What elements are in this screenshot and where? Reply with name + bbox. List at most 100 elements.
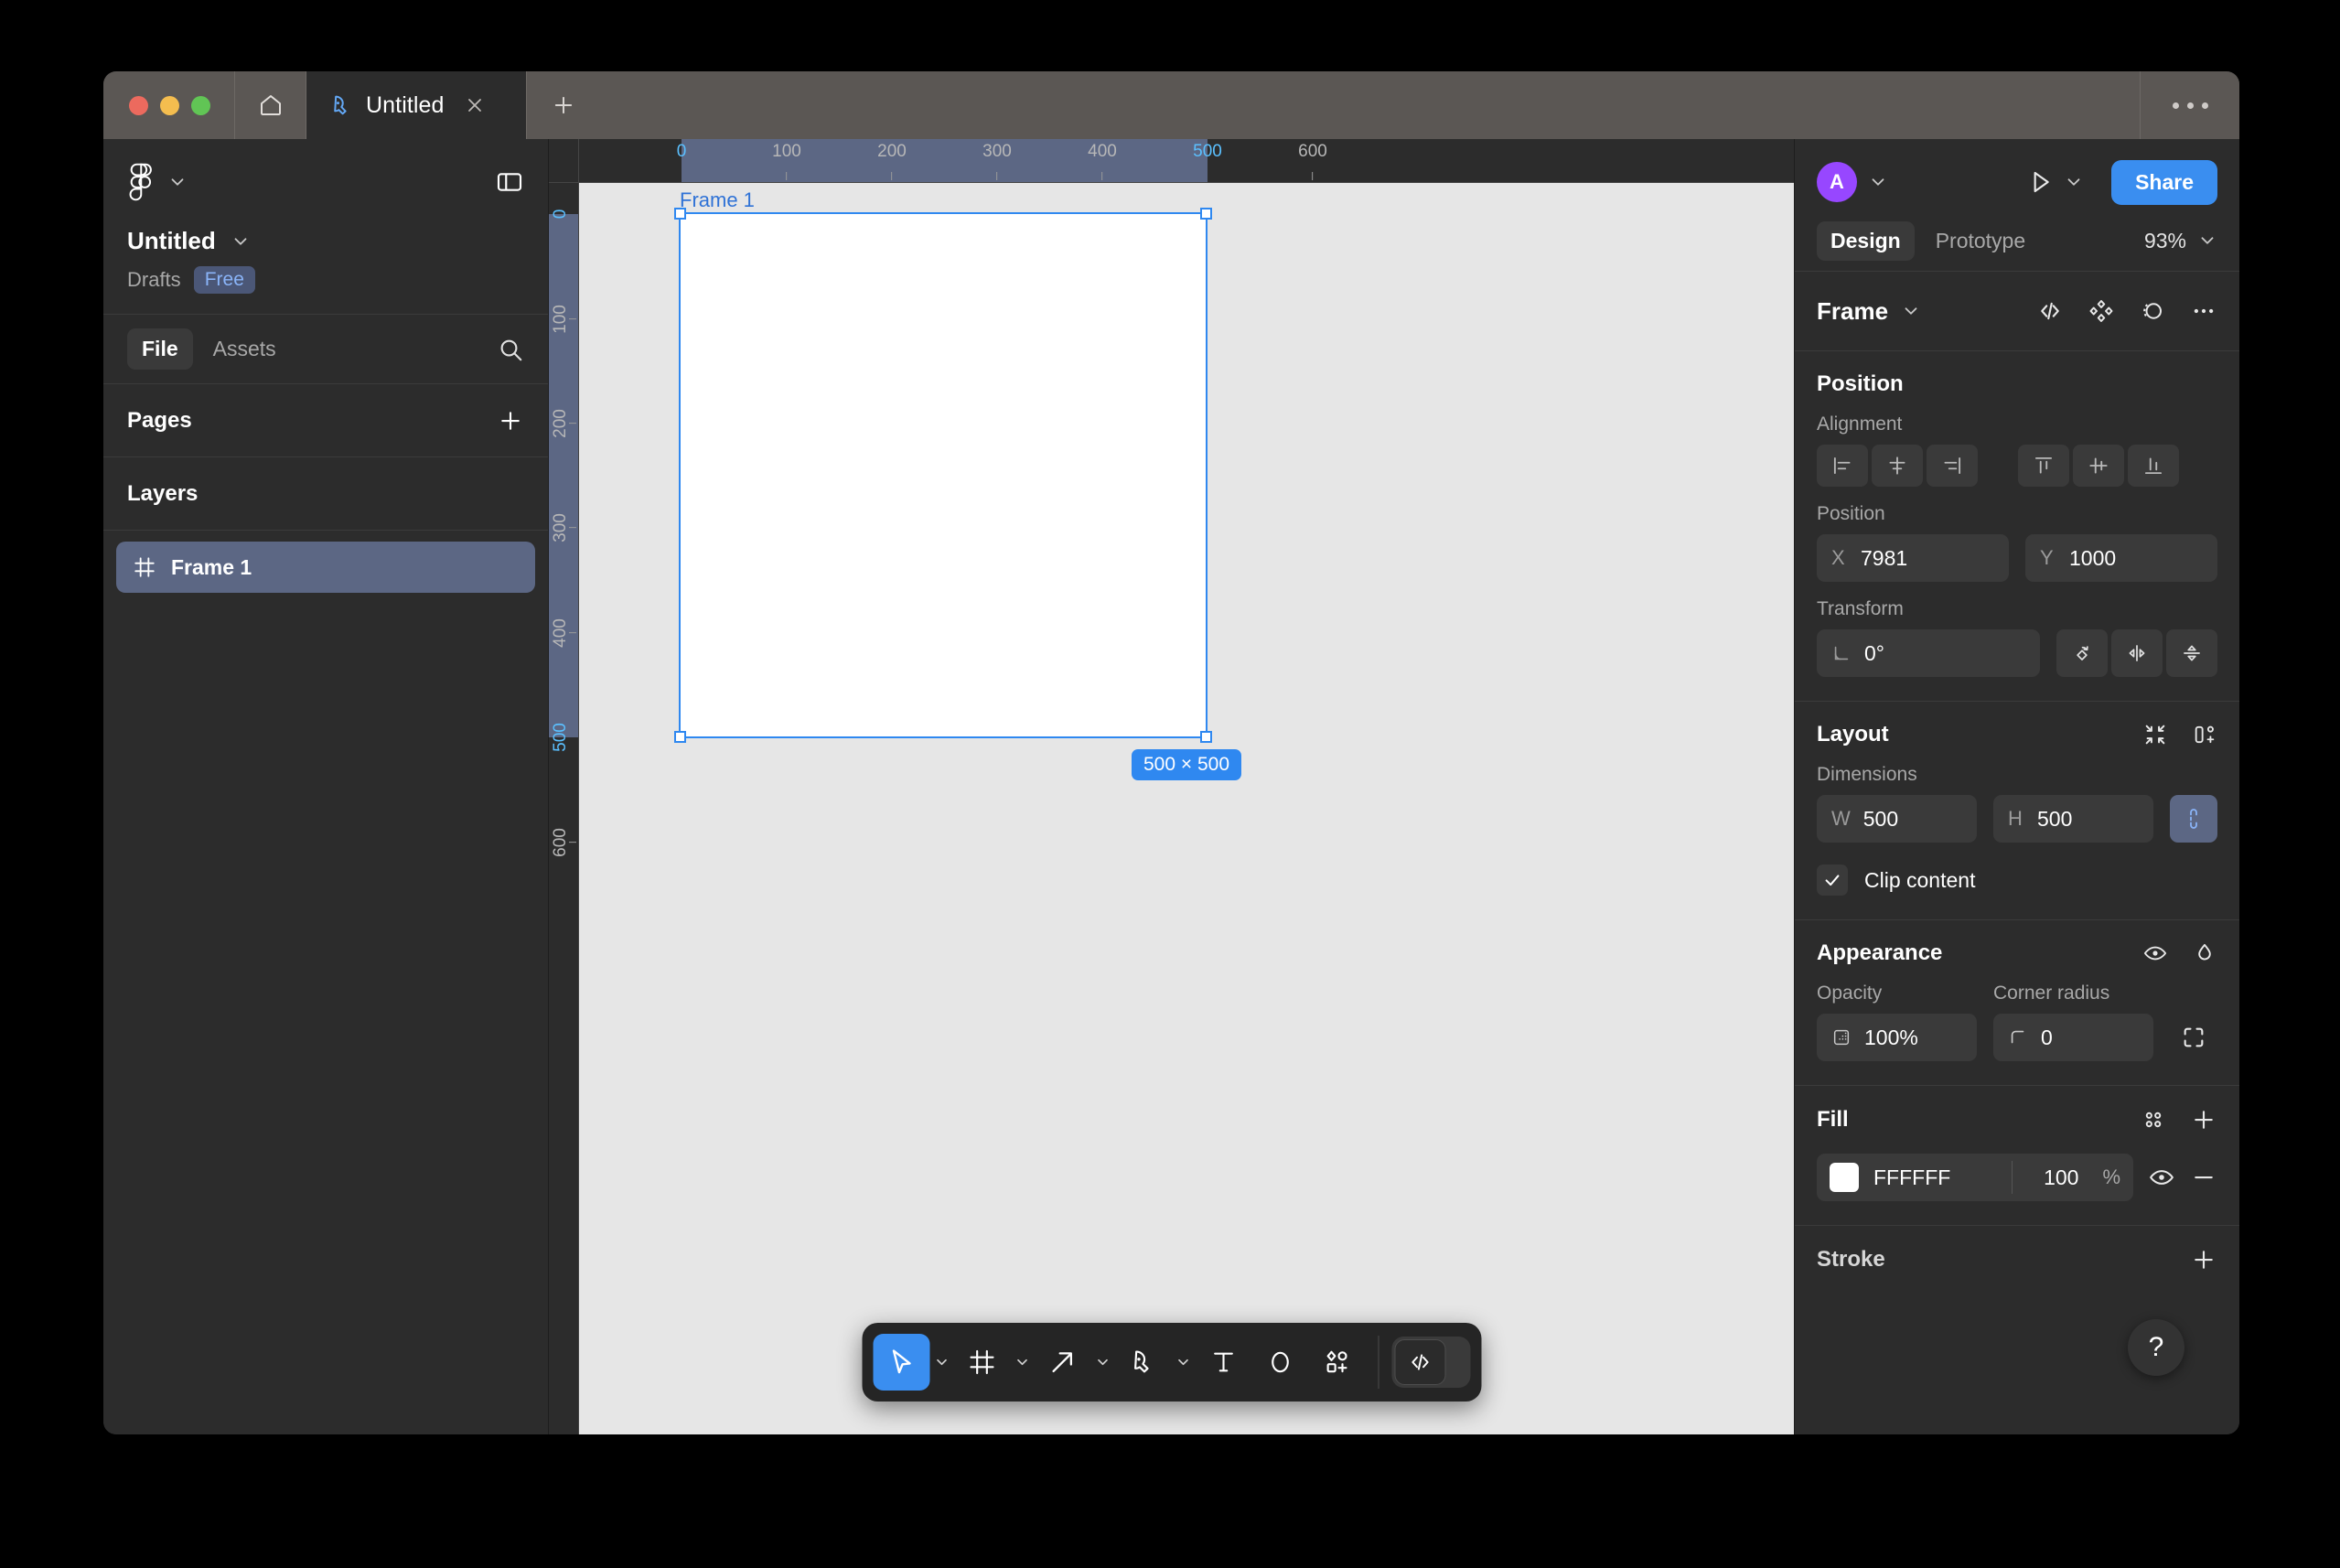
- component-icon[interactable]: [2088, 297, 2115, 325]
- y-position-field[interactable]: Y 1000: [2025, 534, 2217, 582]
- document-tab[interactable]: Untitled: [306, 71, 526, 139]
- layout-section: Layout Dimensions W 500 H 500 Clip conte…: [1795, 702, 2239, 919]
- maximize-window-button[interactable]: [191, 95, 210, 115]
- document-name-row[interactable]: Untitled: [127, 227, 524, 255]
- move-tool-button[interactable]: [873, 1334, 929, 1391]
- help-button[interactable]: ?: [2128, 1319, 2184, 1376]
- plan-badge[interactable]: Free: [193, 266, 255, 294]
- layout-header-icons: [2142, 722, 2217, 747]
- move-tool-dropdown[interactable]: [929, 1334, 953, 1391]
- blend-mode-icon[interactable]: [2192, 940, 2217, 966]
- align-right-icon[interactable]: [1927, 445, 1978, 487]
- new-tab-button[interactable]: [527, 71, 600, 139]
- aspect-ratio-lock-button[interactable]: [2170, 795, 2217, 843]
- fill-color-swatch[interactable]: [1830, 1163, 1859, 1192]
- tab-assets[interactable]: Assets: [199, 328, 291, 370]
- chevron-down-icon[interactable]: [1868, 172, 1888, 192]
- resize-handle-bottom-left[interactable]: [674, 731, 686, 743]
- pen-tool-button[interactable]: [1114, 1334, 1171, 1391]
- pen-tool-dropdown[interactable]: [1171, 1334, 1195, 1391]
- height-field[interactable]: H 500: [1993, 795, 2153, 843]
- plus-icon[interactable]: [2190, 1246, 2217, 1273]
- flip-vertical-icon[interactable]: [2166, 629, 2217, 677]
- align-left-icon[interactable]: [1817, 445, 1868, 487]
- vertical-ruler[interactable]: 0 100 200 300 400 500 600: [549, 183, 579, 1434]
- tab-design[interactable]: Design: [1817, 220, 1915, 261]
- fill-color-chip[interactable]: FFFFFF 100 %: [1817, 1154, 2133, 1201]
- comment-tool-button[interactable]: [1251, 1334, 1308, 1391]
- clip-content-row[interactable]: Clip content: [1817, 865, 2217, 896]
- tab-strip: Untitled: [306, 71, 600, 139]
- plus-icon[interactable]: [2190, 1106, 2217, 1133]
- shape-tool-dropdown[interactable]: [1090, 1334, 1114, 1391]
- sidebar-logo-row: [127, 161, 524, 203]
- dev-mode-toggle[interactable]: [1391, 1337, 1470, 1388]
- window-overflow-menu-button[interactable]: [2141, 71, 2239, 139]
- text-tool-button[interactable]: [1195, 1334, 1251, 1391]
- align-vertical-center-icon[interactable]: [2073, 445, 2124, 487]
- close-window-button[interactable]: [129, 95, 148, 115]
- add-auto-layout-icon[interactable]: [2192, 722, 2217, 747]
- main-menu-button[interactable]: [127, 163, 188, 201]
- x-value: 7981: [1861, 545, 1908, 570]
- clip-content-label: Clip content: [1864, 867, 1976, 892]
- frame-tool-button[interactable]: [953, 1334, 1010, 1391]
- rotation-field[interactable]: 0°: [1817, 629, 2040, 677]
- visibility-icon[interactable]: [2148, 1164, 2175, 1191]
- tab-prototype[interactable]: Prototype: [1922, 221, 2039, 261]
- flip-horizontal-icon[interactable]: [2111, 629, 2163, 677]
- chevron-down-icon[interactable]: [1901, 301, 1921, 321]
- position-sub-label: Position: [1817, 503, 1885, 524]
- actions-tool-button[interactable]: [1308, 1334, 1365, 1391]
- align-top-icon[interactable]: [2018, 445, 2069, 487]
- tab-file[interactable]: File: [127, 328, 193, 370]
- ruler-tick-v-0: 0: [551, 209, 570, 220]
- resize-to-fit-icon[interactable]: [2142, 722, 2168, 747]
- resize-handle-top-right[interactable]: [1200, 208, 1212, 220]
- share-button[interactable]: Share: [2111, 159, 2217, 205]
- chevron-down-icon[interactable]: [2064, 172, 2084, 192]
- fill-header-icons: [2141, 1106, 2217, 1133]
- folder-name[interactable]: Drafts: [127, 268, 181, 292]
- panel-toggle-icon[interactable]: [495, 167, 524, 197]
- canvas-area: 0 100 200 300 400 500 600 0 100 200 300 …: [549, 139, 1794, 1434]
- x-position-field[interactable]: X 7981: [1817, 534, 2009, 582]
- visibility-icon[interactable]: [2142, 940, 2168, 966]
- frame-1-object[interactable]: [674, 208, 1212, 743]
- styles-icon[interactable]: [2141, 1107, 2166, 1133]
- zoom-control[interactable]: 93%: [2144, 229, 2217, 253]
- search-icon[interactable]: [497, 336, 524, 363]
- ruler-tick-v-600: 600: [549, 828, 578, 857]
- width-field[interactable]: W 500: [1817, 795, 1977, 843]
- layers-title: Layers: [127, 480, 199, 506]
- layer-name: Frame 1: [171, 554, 252, 579]
- home-button[interactable]: [235, 71, 306, 139]
- rotate-icon[interactable]: [2056, 629, 2108, 677]
- frame-tool-dropdown[interactable]: [1010, 1334, 1034, 1391]
- dev-mode-knob: [1394, 1339, 1445, 1385]
- design-canvas[interactable]: Frame 1 500 × 500: [579, 183, 1794, 1434]
- close-icon[interactable]: [464, 94, 486, 116]
- avatar[interactable]: A: [1817, 162, 1857, 202]
- opacity-field[interactable]: 100%: [1817, 1014, 1977, 1061]
- minus-icon[interactable]: [2190, 1164, 2217, 1191]
- more-icon[interactable]: [2190, 297, 2217, 325]
- corner-radius-field[interactable]: 0: [1993, 1014, 2153, 1061]
- layer-row-frame-1[interactable]: Frame 1: [116, 542, 535, 593]
- shape-tool-button[interactable]: [1034, 1334, 1090, 1391]
- frame-label[interactable]: Frame 1: [680, 188, 755, 212]
- dimension-fields: W 500 H 500: [1817, 795, 2217, 843]
- code-icon[interactable]: [2036, 297, 2064, 325]
- resize-handle-bottom-right[interactable]: [1200, 731, 1212, 743]
- play-icon[interactable]: [2025, 167, 2055, 197]
- align-bottom-icon[interactable]: [2128, 445, 2179, 487]
- mask-icon[interactable]: [2139, 297, 2166, 325]
- align-horizontal-center-icon[interactable]: [1872, 445, 1923, 487]
- minimize-window-button[interactable]: [160, 95, 179, 115]
- resize-handle-top-left[interactable]: [674, 208, 686, 220]
- add-page-button[interactable]: [497, 407, 524, 435]
- clip-content-checkbox[interactable]: [1817, 865, 1848, 896]
- independent-corners-button[interactable]: [2170, 1014, 2217, 1061]
- pages-section-header[interactable]: Pages: [103, 384, 548, 457]
- horizontal-ruler[interactable]: 0 100 200 300 400 500 600: [579, 139, 1794, 183]
